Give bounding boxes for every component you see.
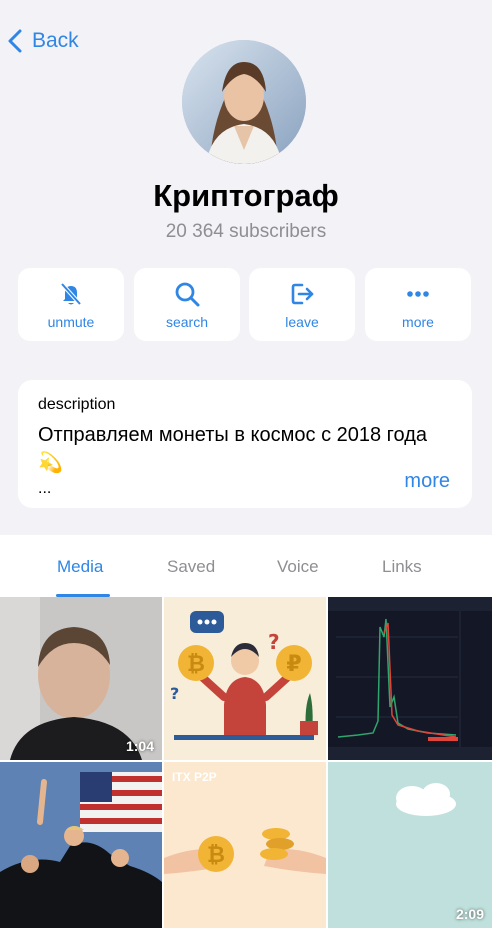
channel-title: Криптограф: [153, 178, 339, 213]
media-thumbnail-image[interactable]: ₿ ITX P2P: [164, 762, 326, 928]
media-thumbnail-image[interactable]: ₿ ₽ ? ?: [164, 597, 326, 760]
action-bar: unmute search leave more: [18, 268, 472, 341]
tab-saved[interactable]: Saved: [167, 557, 215, 577]
leave-label: leave: [285, 313, 319, 330]
tab-voice[interactable]: Voice: [277, 557, 319, 577]
search-label: search: [165, 313, 209, 330]
search-icon: [173, 280, 201, 308]
media-thumbnail-image[interactable]: [0, 762, 162, 928]
more-label: more: [402, 313, 434, 330]
channel-avatar[interactable]: [182, 40, 306, 164]
search-button[interactable]: search: [134, 268, 240, 341]
back-label: Back: [32, 29, 79, 52]
leave-icon: [288, 280, 316, 308]
unmute-button[interactable]: unmute: [18, 268, 124, 341]
media-tabs: Media Saved Voice Links: [0, 535, 492, 597]
description-text: Отправляем монеты в космос с 2018 года 💫: [38, 424, 428, 474]
media-grid: 1:04 ₿ ₽ ? ? ₿ ITX P2P 2:09: [0, 597, 492, 928]
video-duration: 1:04: [125, 738, 154, 754]
media-caption: ITX P2P: [172, 770, 217, 784]
media-thumbnail-video[interactable]: 1:04: [0, 597, 162, 760]
media-thumbnail-video[interactable]: 2:09: [328, 762, 492, 928]
description-card: description Отправляем монеты в космос с…: [18, 380, 472, 508]
tab-links[interactable]: Links: [382, 557, 422, 577]
description-more-link[interactable]: more: [404, 470, 450, 493]
video-duration: 2:09: [455, 906, 484, 922]
back-button[interactable]: Back: [8, 26, 79, 56]
svg-text:₿: ₿: [207, 843, 225, 868]
svg-text:₿: ₿: [187, 652, 205, 677]
description-ellipsis: ...: [38, 480, 52, 497]
svg-text:?: ?: [268, 630, 280, 654]
tab-media[interactable]: Media: [57, 557, 103, 577]
subscriber-count: 20 364 subscribers: [165, 221, 327, 242]
chevron-left-icon: [8, 29, 22, 53]
svg-text:?: ?: [170, 684, 179, 703]
media-thumbnail-chart[interactable]: [328, 597, 492, 760]
bell-slash-icon: [57, 280, 85, 308]
leave-button[interactable]: leave: [249, 268, 355, 341]
shared-media-section: Media Saved Voice Links 1:04 ₿ ₽ ? ? ₿ I…: [0, 535, 492, 928]
more-dots-icon: [404, 280, 432, 308]
more-button[interactable]: more: [365, 268, 471, 341]
unmute-label: unmute: [47, 313, 95, 330]
description-heading: description: [38, 396, 116, 413]
svg-text:₽: ₽: [286, 652, 301, 677]
